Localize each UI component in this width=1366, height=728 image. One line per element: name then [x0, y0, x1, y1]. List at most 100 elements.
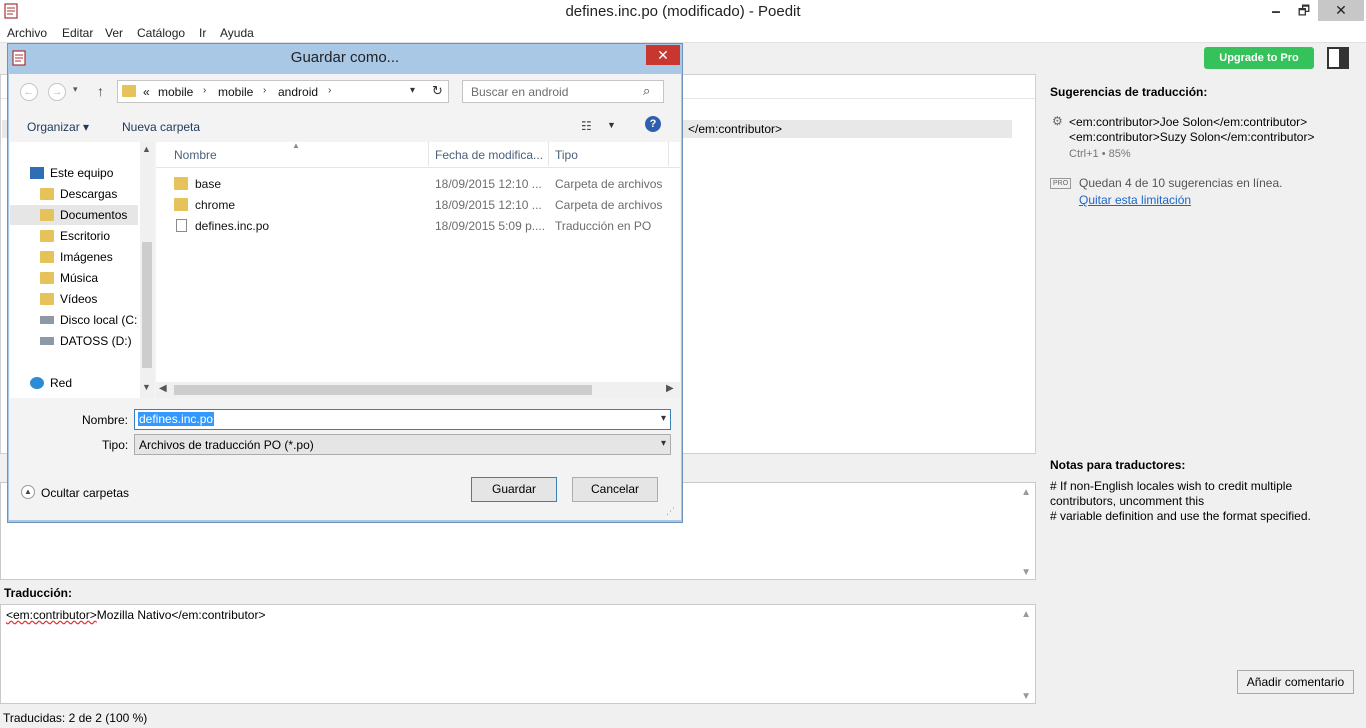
cancel-button[interactable]: Cancelar: [572, 477, 658, 502]
breadcrumb-overflow[interactable]: «: [143, 85, 150, 99]
folder-icon: [122, 85, 136, 97]
nav-scrollbar[interactable]: ▲ ▼: [140, 142, 154, 398]
organize-button[interactable]: Organizar ▾: [27, 120, 89, 134]
nav-item-documentos[interactable]: Documentos: [10, 205, 138, 225]
search-placeholder: Buscar en android: [471, 85, 569, 99]
menu-archivo[interactable]: Archivo: [7, 26, 47, 40]
maximize-button[interactable]: 🗗: [1290, 0, 1318, 21]
suggestion-item[interactable]: <em:contributor>Joe Solon</em:contributo…: [1069, 115, 1307, 129]
pro-badge: PRO: [1050, 178, 1072, 189]
breadcrumb-item[interactable]: mobile: [218, 85, 253, 99]
menu-ver[interactable]: Ver: [105, 26, 123, 40]
address-bar[interactable]: « mobile › mobile › android › ▾ ↻: [117, 80, 449, 103]
column-nombre[interactable]: Nombre: [174, 148, 217, 162]
filetype-select[interactable]: Archivos de traducción PO (*.po) ▾: [134, 434, 671, 455]
sidebar-toggle-icon[interactable]: [1327, 47, 1349, 69]
status-bar: Traducidas: 2 de 2 (100 %): [0, 708, 1366, 728]
translation-input[interactable]: <em:contributor>Mozilla Nativo</em:contr…: [0, 604, 1036, 704]
menu-ayuda[interactable]: Ayuda: [220, 26, 254, 40]
nav-item-descargas[interactable]: Descargas: [10, 184, 138, 204]
save-as-dialog: Guardar como... ✕ ← → ▾ ↑ « mobile › mob…: [7, 43, 683, 523]
column-divider[interactable]: [668, 142, 669, 166]
file-row-defines[interactable]: defines.inc.po 18/09/2015 5:09 p.... Tra…: [156, 216, 680, 236]
notes-line: # If non-English locales wish to credit …: [1050, 479, 1293, 493]
column-headers: ▲ Nombre Fecha de modifica... Tipo: [156, 141, 680, 168]
scroll-left-icon[interactable]: ◀: [159, 383, 167, 394]
chevron-up-icon: ▲: [21, 485, 35, 499]
refresh-icon[interactable]: ↻: [432, 83, 443, 99]
chevron-down-icon[interactable]: ▼: [607, 120, 616, 130]
up-arrow-icon[interactable]: ↑: [97, 83, 104, 99]
command-bar: Organizar ▾ Nueva carpeta ☷ ▼ ?: [9, 110, 681, 142]
computer-icon: [30, 167, 44, 179]
minimize-button[interactable]: 🗕: [1262, 0, 1290, 21]
search-icon[interactable]: ⌕: [643, 83, 650, 99]
new-folder-button[interactable]: Nueva carpeta: [122, 120, 200, 134]
menu-editar[interactable]: Editar: [62, 26, 93, 40]
column-divider[interactable]: [428, 142, 429, 166]
notes-line: contributors, uncomment this: [1050, 494, 1205, 508]
nav-item-musica[interactable]: Música: [10, 268, 138, 288]
view-options-icon[interactable]: ☷: [581, 119, 592, 133]
recent-locations-icon[interactable]: ▾: [73, 84, 78, 95]
notes-title: Notas para traductores:: [1050, 458, 1186, 472]
scroll-up-icon[interactable]: ▲: [142, 144, 151, 154]
nav-item-datoss[interactable]: DATOSS (D:): [10, 331, 138, 351]
scroll-up-icon[interactable]: ▲: [1021, 487, 1031, 498]
translation-text: <em:contributor>Mozilla Nativo</em:contr…: [6, 608, 265, 622]
chevron-down-icon[interactable]: ▾: [661, 413, 666, 424]
desktop-folder-icon: [40, 230, 54, 242]
nav-item-disco-local[interactable]: Disco local (C:): [10, 310, 138, 330]
back-arrow-icon[interactable]: ←: [20, 83, 38, 101]
chevron-right-icon[interactable]: ›: [328, 85, 331, 96]
file-list[interactable]: ▲ Nombre Fecha de modifica... Tipo base …: [156, 141, 680, 398]
sort-up-icon: ▲: [292, 141, 300, 150]
horizontal-scrollbar[interactable]: ◀ ▶: [156, 382, 680, 398]
filetype-label: Tipo:: [102, 438, 129, 452]
scroll-up-icon[interactable]: ▲: [1021, 609, 1031, 620]
close-window-button[interactable]: ✕: [1318, 0, 1364, 21]
filetype-value: Archivos de traducción PO (*.po): [139, 438, 314, 452]
pro-limit-text: Quedan 4 de 10 sugerencias en línea.: [1079, 176, 1283, 190]
search-input[interactable]: Buscar en android ⌕: [462, 80, 664, 103]
resize-grip-icon[interactable]: ⋰: [666, 506, 675, 517]
navigation-pane[interactable]: Este equipo Descargas Documentos Escrito…: [10, 142, 154, 398]
nav-item-red[interactable]: Red: [10, 373, 138, 393]
nav-item-videos[interactable]: Vídeos: [10, 289, 138, 309]
chevron-down-icon[interactable]: ▾: [661, 438, 666, 449]
nav-item-escritorio[interactable]: Escritorio: [10, 226, 138, 246]
chevron-right-icon[interactable]: ›: [203, 85, 206, 96]
upgrade-to-pro-button[interactable]: Upgrade to Pro: [1204, 47, 1314, 69]
help-icon[interactable]: ?: [645, 116, 661, 132]
nav-item-este-equipo[interactable]: Este equipo: [10, 163, 138, 183]
breadcrumb-item[interactable]: mobile: [158, 85, 193, 99]
filename-label: Nombre:: [82, 413, 129, 427]
chevron-right-icon[interactable]: ›: [263, 85, 266, 96]
menu-catalogo[interactable]: Catálogo: [137, 26, 185, 40]
column-fecha[interactable]: Fecha de modifica...: [435, 148, 543, 162]
dialog-close-button[interactable]: ✕: [646, 45, 680, 65]
scroll-down-icon[interactable]: ▼: [1021, 567, 1031, 578]
nav-item-imagenes[interactable]: Imágenes: [10, 247, 138, 267]
scroll-down-icon[interactable]: ▼: [1021, 691, 1031, 702]
scroll-down-icon[interactable]: ▼: [142, 382, 151, 392]
scroll-right-icon[interactable]: ▶: [666, 383, 674, 394]
add-comment-button[interactable]: Añadir comentario: [1237, 670, 1354, 694]
window-title: defines.inc.po (modificado) - Poedit: [565, 3, 801, 20]
column-tipo[interactable]: Tipo: [555, 148, 578, 162]
file-row-chrome[interactable]: chrome 18/09/2015 12:10 ... Carpeta de a…: [156, 195, 680, 215]
breadcrumb-item[interactable]: android: [278, 85, 318, 99]
suggestion-item-continued[interactable]: <em:contributor>Suzy Solon</em:contribut…: [1069, 130, 1314, 144]
forward-arrow-icon[interactable]: →: [48, 83, 66, 101]
chevron-down-icon[interactable]: ▾: [410, 85, 415, 96]
dialog-title: Guardar como...: [290, 49, 400, 66]
scrollbar-thumb[interactable]: [174, 385, 592, 395]
scrollbar-thumb[interactable]: [142, 242, 152, 368]
menu-ir[interactable]: Ir: [199, 26, 206, 40]
column-divider[interactable]: [548, 142, 549, 166]
file-row-base[interactable]: base 18/09/2015 12:10 ... Carpeta de arc…: [156, 174, 680, 194]
remove-limit-link[interactable]: Quitar esta limitación: [1079, 193, 1191, 207]
hard-drive-icon: [40, 337, 54, 345]
filename-input[interactable]: defines.inc.po ▾: [134, 409, 671, 430]
save-button[interactable]: Guardar: [471, 477, 557, 502]
